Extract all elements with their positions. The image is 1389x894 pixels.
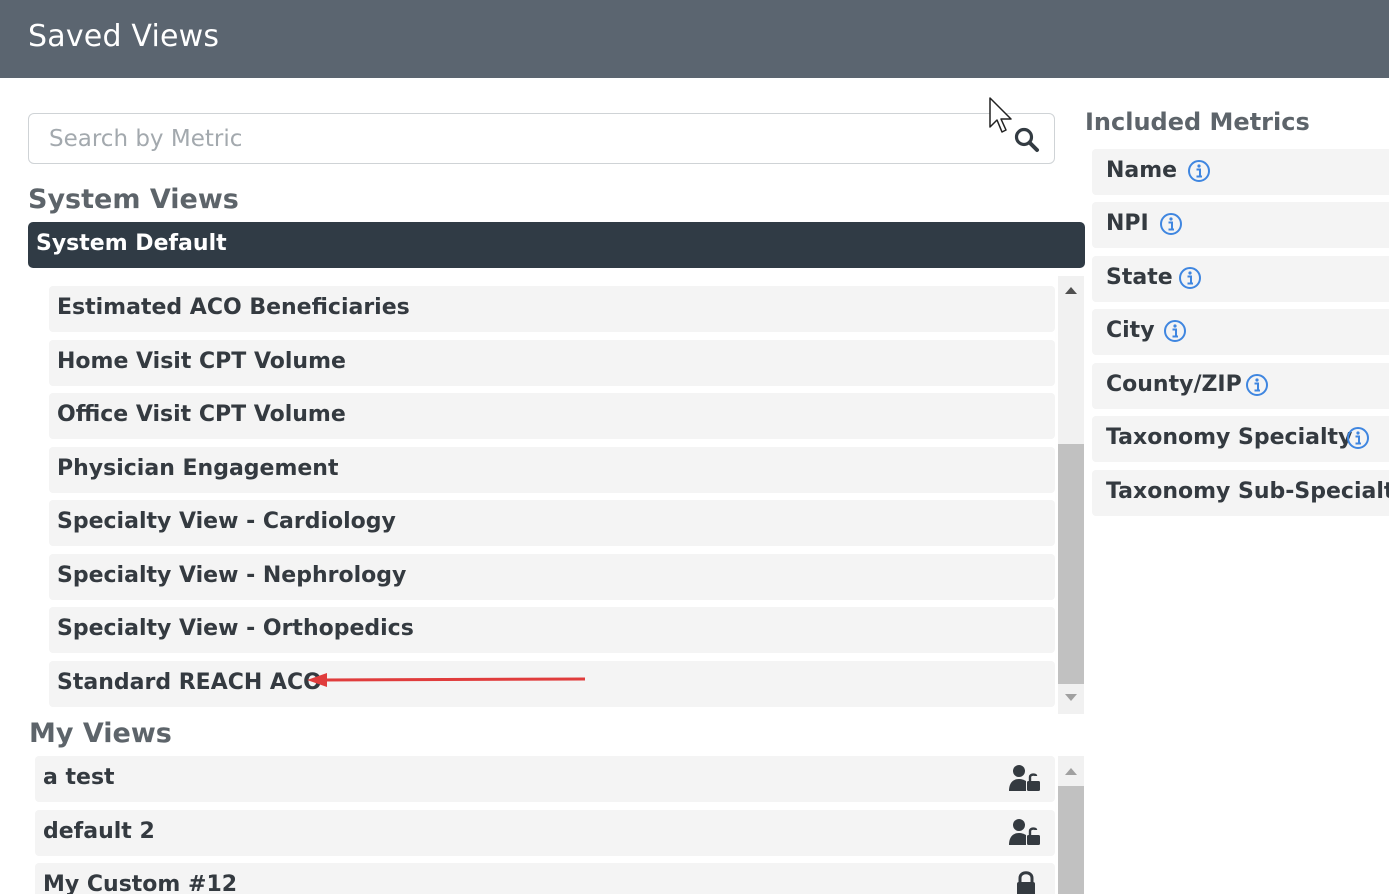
list-item-label: Physician Engagement — [57, 456, 339, 481]
lock-icon[interactable] — [1015, 869, 1037, 894]
metric-item: Taxonomy Specialty — [1092, 416, 1389, 462]
annotation-arrow-icon — [307, 673, 586, 687]
list-item[interactable]: Specialty View - Cardiology — [49, 500, 1055, 546]
info-icon[interactable] — [1187, 159, 1211, 183]
my-views-scroll-thumb[interactable] — [1058, 786, 1084, 894]
metric-item: State — [1092, 256, 1389, 302]
user-unlock-icon[interactable] — [1009, 764, 1041, 794]
system-views-heading: System Views — [28, 184, 239, 215]
list-item-label: default 2 — [43, 819, 155, 844]
metric-item: Taxonomy Sub-Specialty — [1092, 470, 1389, 516]
info-icon[interactable] — [1245, 373, 1269, 397]
list-item[interactable]: Office Visit CPT Volume — [49, 393, 1055, 439]
metric-item: City — [1092, 309, 1389, 355]
metric-label: NPI — [1106, 211, 1149, 236]
search-input[interactable] — [47, 122, 991, 156]
list-item-label: Specialty View - Nephrology — [57, 563, 407, 588]
info-icon[interactable] — [1159, 212, 1183, 236]
system-views-list: Estimated ACO Beneficiaries Home Visit C… — [28, 276, 1085, 714]
metric-label: Taxonomy Specialty — [1106, 425, 1353, 450]
info-icon[interactable] — [1163, 319, 1187, 343]
search-icon[interactable] — [1013, 126, 1041, 154]
list-item[interactable]: Specialty View - Orthopedics — [49, 607, 1055, 653]
list-item-label: Specialty View - Orthopedics — [57, 616, 414, 641]
list-item[interactable]: Estimated ACO Beneficiaries — [49, 286, 1055, 332]
user-unlock-icon[interactable] — [1009, 818, 1041, 848]
my-views-list: a test default 2 My Custom #12 — [28, 756, 1085, 894]
metric-item: NPI — [1092, 202, 1389, 248]
info-icon[interactable] — [1346, 426, 1370, 450]
selected-system-view[interactable]: System Default — [28, 222, 1085, 268]
list-item-label: Estimated ACO Beneficiaries — [57, 295, 410, 320]
page-title: Saved Views — [28, 19, 220, 54]
list-item[interactable]: Physician Engagement — [49, 447, 1055, 493]
modal-header: Saved Views — [0, 0, 1389, 78]
included-metrics-heading: Included Metrics — [1085, 108, 1310, 136]
list-item[interactable]: default 2 — [35, 810, 1055, 856]
metric-label: County/ZIP — [1106, 372, 1242, 397]
scroll-up-arrow-icon[interactable] — [1064, 285, 1078, 295]
scroll-down-arrow-icon[interactable] — [1064, 693, 1078, 703]
list-item[interactable]: Specialty View - Nephrology — [49, 554, 1055, 600]
list-item[interactable]: Home Visit CPT Volume — [49, 340, 1055, 386]
my-views-heading: My Views — [29, 718, 172, 749]
metric-label: State — [1106, 265, 1173, 290]
list-item-label: Specialty View - Cardiology — [57, 509, 396, 534]
scroll-up-arrow-icon[interactable] — [1064, 766, 1078, 776]
metric-item: County/ZIP — [1092, 363, 1389, 409]
list-item-label: Home Visit CPT Volume — [57, 349, 346, 374]
list-item-label: Standard REACH ACO — [57, 670, 322, 695]
list-item-label: My Custom #12 — [43, 872, 238, 894]
metric-label: Taxonomy Sub-Specialty — [1106, 479, 1389, 504]
list-item-label: a test — [43, 765, 115, 790]
info-icon[interactable] — [1178, 266, 1202, 290]
system-views-scroll-thumb[interactable] — [1058, 444, 1084, 684]
mouse-cursor-icon — [989, 97, 1012, 133]
list-item[interactable]: My Custom #12 — [35, 863, 1055, 894]
search-box[interactable] — [28, 113, 1055, 164]
metric-label: Name — [1106, 158, 1178, 183]
selected-system-view-label: System Default — [36, 231, 227, 256]
list-item[interactable]: a test — [35, 756, 1055, 802]
metric-item: Name — [1092, 149, 1389, 195]
list-item-label: Office Visit CPT Volume — [57, 402, 346, 427]
metric-label: City — [1106, 318, 1155, 343]
